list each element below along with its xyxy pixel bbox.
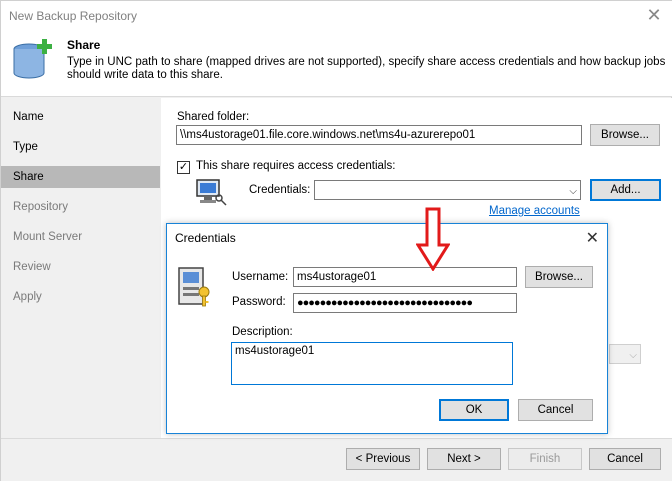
shared-folder-label: Shared folder:	[177, 111, 250, 123]
cancel-button[interactable]: Cancel	[589, 448, 661, 470]
previous-button[interactable]: < Previous	[346, 448, 420, 470]
sidebar-item-repository: Repository	[13, 201, 68, 213]
requires-credentials-label: This share requires access credentials:	[196, 160, 396, 172]
wizard-steps-sidebar: Name Type Share Repository Mount Server …	[1, 98, 160, 438]
username-label: Username:	[232, 271, 289, 283]
username-input[interactable]: ms4ustorage01	[293, 267, 517, 287]
computer-key-icon	[196, 179, 227, 206]
wizard-footer: < Previous Next > Finish Cancel	[1, 438, 672, 481]
sidebar-item-type[interactable]: Type	[1, 136, 160, 158]
sidebar-item-apply: Apply	[13, 291, 42, 303]
ok-button[interactable]: OK	[439, 399, 509, 421]
credentials-dialog-title-bar: Credentials ✕	[167, 224, 607, 252]
step-heading: Share	[67, 38, 101, 52]
close-icon[interactable]: ✕	[586, 228, 599, 248]
window-title: New Backup Repository	[9, 9, 138, 23]
title-bar: New Backup Repository ✕	[1, 1, 672, 31]
shared-folder-input[interactable]: \\ms4ustorage01.file.core.windows.net\ms…	[176, 125, 582, 145]
wizard-header: Share Type in UNC path to share (mapped …	[1, 31, 672, 97]
description-label: Description:	[232, 326, 293, 338]
credentials-combobox[interactable]: ⌵	[314, 180, 581, 200]
username-browse-button[interactable]: Browse...	[525, 266, 593, 288]
credentials-dialog-body: Username: ms4ustorage01 Browse... Passwo…	[167, 252, 607, 433]
sidebar-item-mount-server: Mount Server	[13, 231, 83, 243]
user-key-icon	[178, 267, 210, 307]
step-description: Type in UNC path to share (mapped drives…	[67, 56, 666, 81]
password-input[interactable]: ●●●●●●●●●●●●●●●●●●●●●●●●●●●●●●●	[293, 293, 517, 313]
credentials-dialog-title: Credentials	[175, 231, 236, 245]
password-label: Password:	[232, 296, 286, 308]
credentials-dialog: Credentials ✕ Username: ms4ustorage01 Br…	[166, 223, 608, 434]
database-add-icon	[13, 39, 52, 79]
manage-accounts-link[interactable]: Manage accounts	[489, 205, 580, 217]
close-icon[interactable]: ✕	[641, 3, 667, 27]
dialog-cancel-button[interactable]: Cancel	[518, 399, 593, 421]
chevron-down-icon[interactable]: ⌵	[569, 183, 577, 199]
credentials-label: Credentials:	[249, 184, 311, 196]
chevron-down-icon: ⌵	[629, 350, 637, 361]
disabled-combobox-partial: ⌵	[609, 344, 641, 364]
requires-credentials-checkbox[interactable]: ✓	[177, 161, 190, 174]
red-down-arrow-icon	[416, 207, 450, 271]
add-credentials-button[interactable]: Add...	[590, 179, 661, 201]
sidebar-item-share[interactable]: Share	[1, 166, 160, 188]
next-button[interactable]: Next >	[427, 448, 501, 470]
finish-button: Finish	[508, 448, 582, 470]
sidebar-item-review: Review	[13, 261, 51, 273]
description-textarea[interactable]: ms4ustorage01	[231, 342, 513, 385]
shared-folder-browse-button[interactable]: Browse...	[590, 124, 660, 146]
sidebar-item-name[interactable]: Name	[1, 106, 160, 128]
